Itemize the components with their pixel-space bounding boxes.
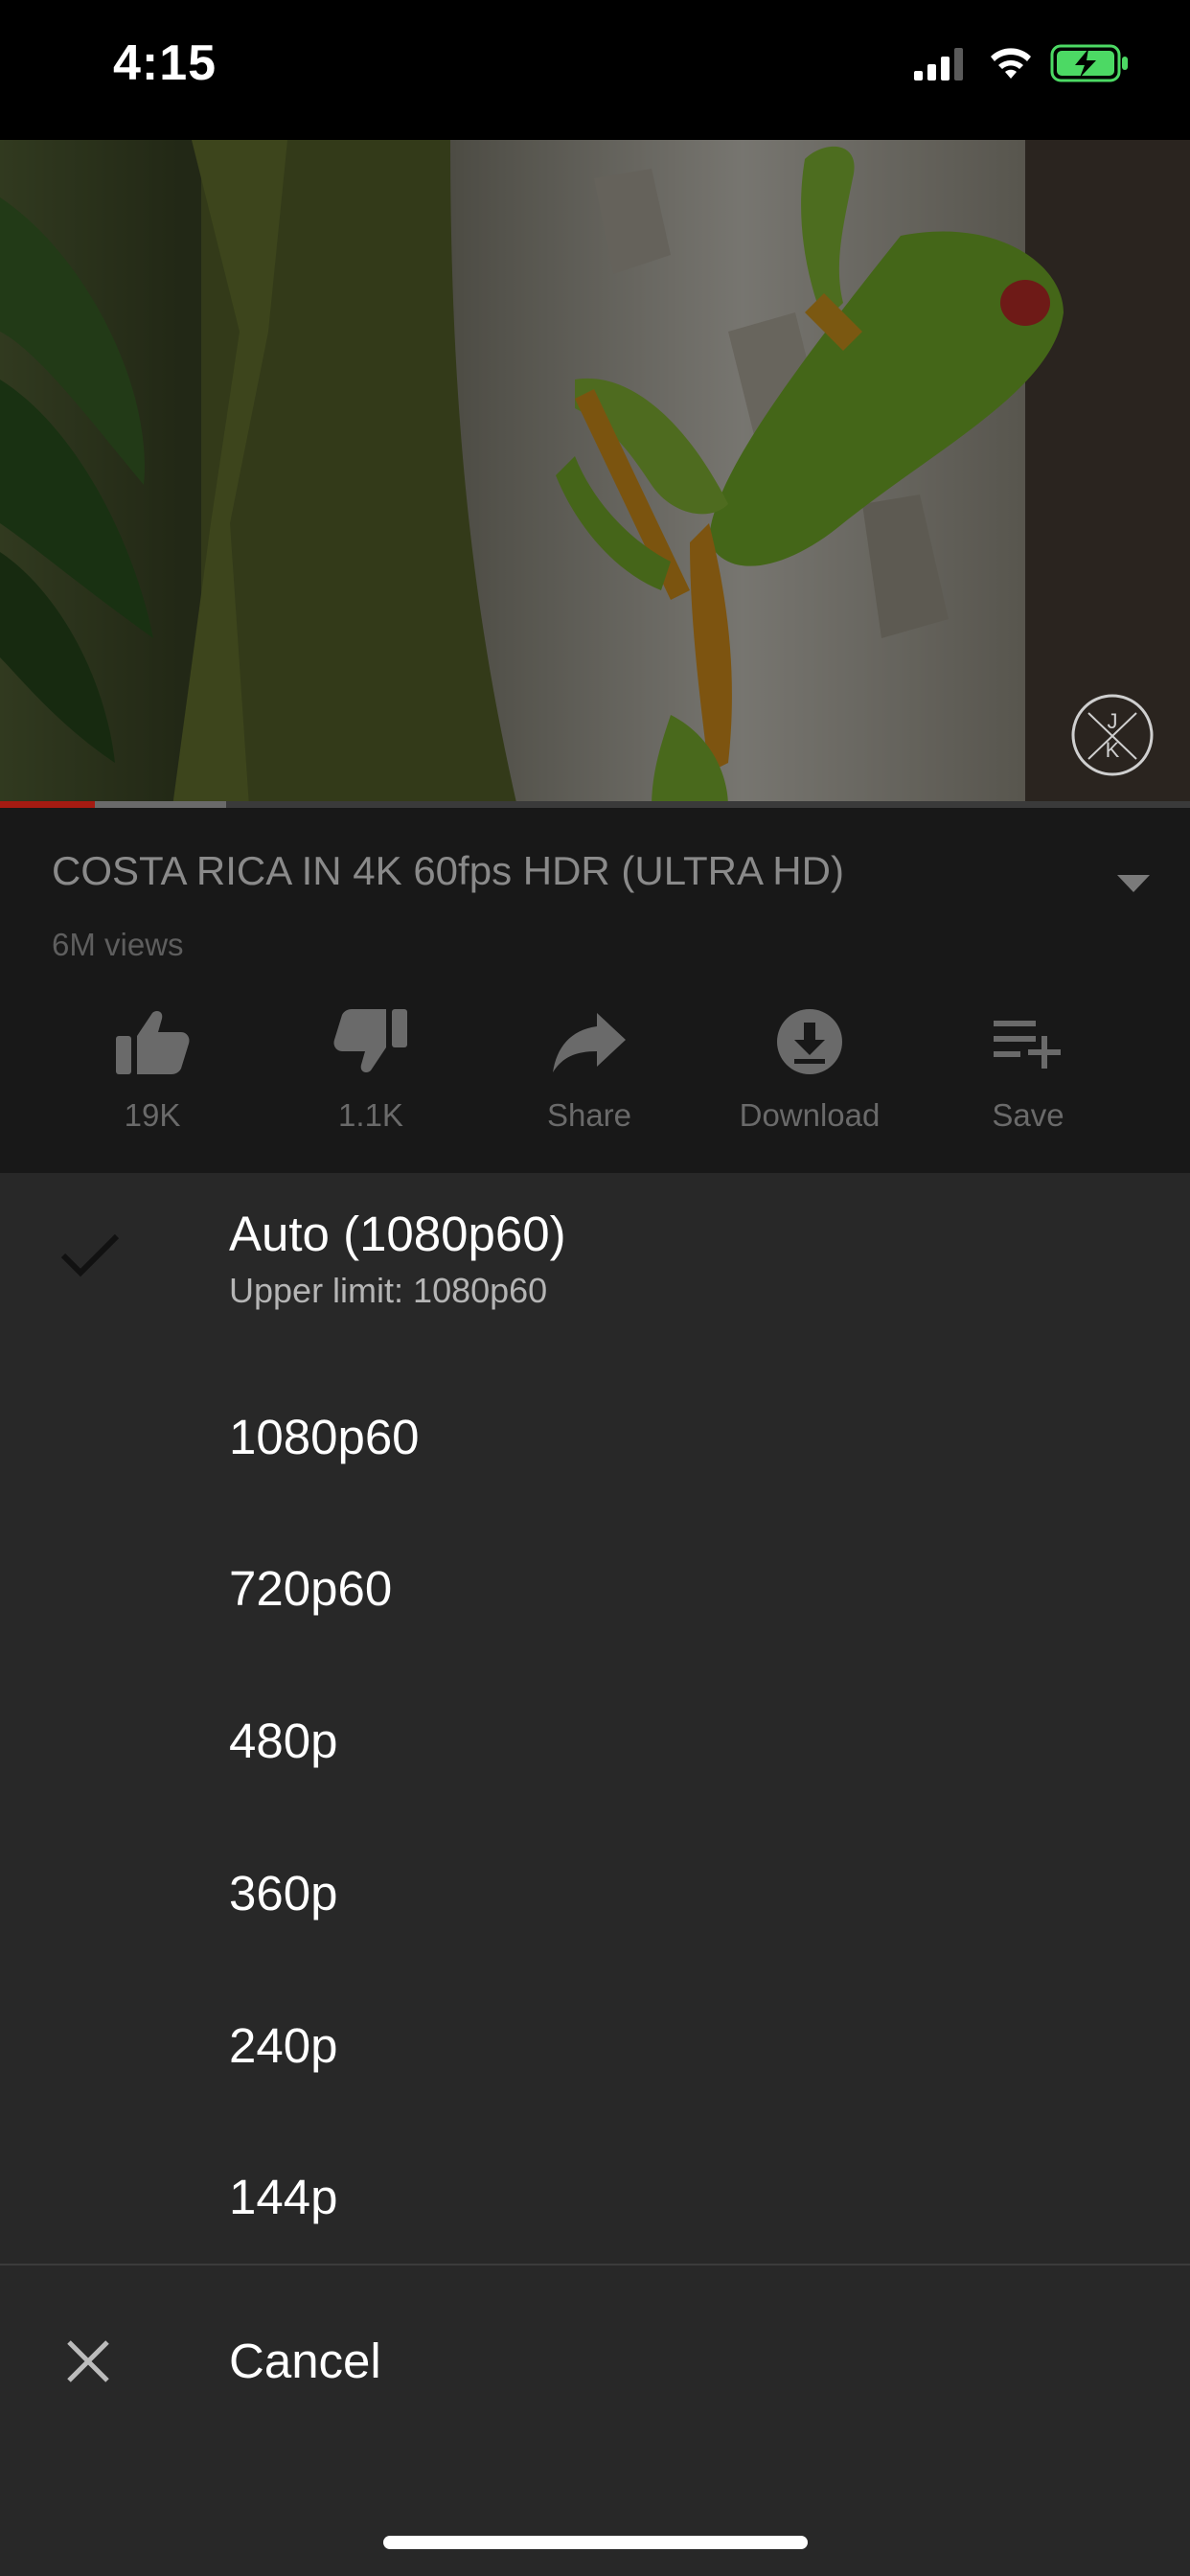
cellular-signal-icon — [914, 48, 963, 80]
playlist-add-icon — [994, 1021, 1061, 1069]
quality-option-label: 720p60 — [229, 1561, 393, 1616]
quality-option-720p60[interactable]: 720p60 — [0, 1528, 1190, 1679]
quality-option-240p[interactable]: 240p — [0, 1985, 1190, 2136]
quality-option-360p[interactable]: 360p — [0, 1832, 1190, 1984]
quality-option-label: 144p — [229, 2170, 338, 2224]
status-time: 4:15 — [113, 35, 217, 91]
thumbs-up-icon — [116, 1011, 190, 1074]
quality-option-1080p60[interactable]: 1080p60 — [0, 1376, 1190, 1528]
progress-played — [0, 801, 96, 808]
quality-option-auto[interactable]: Auto (1080p60) Upper limit: 1080p60 — [0, 1173, 1190, 1324]
expand-description-icon[interactable] — [1117, 875, 1150, 892]
quality-option-label: 240p — [229, 2018, 338, 2073]
share-button[interactable]: Share — [489, 1007, 690, 1151]
quality-option-label: 360p — [229, 1866, 338, 1920]
checkmark-icon — [60, 1233, 120, 1277]
video-progress-bar[interactable] — [0, 801, 1190, 808]
video-dim-overlay — [0, 140, 1190, 807]
download-label: Download — [739, 1097, 881, 1133]
quality-option-label: 480p — [229, 1714, 338, 1768]
home-indicator[interactable] — [383, 2536, 808, 2549]
dislike-count: 1.1K — [338, 1097, 403, 1133]
dislike-button[interactable]: 1.1K — [270, 1007, 471, 1151]
like-count: 19K — [124, 1097, 181, 1133]
status-bar: 4:15 — [0, 0, 1190, 140]
quality-option-label: 1080p60 — [229, 1410, 420, 1464]
channel-watermark-logo: J K — [1071, 694, 1154, 776]
video-info-panel: COSTA RICA IN 4K 60fps HDR (ULTRA HD) 6M… — [0, 808, 1190, 1173]
phone-screen: 4:15 J K COSTA RICA IN 4K 60fps HDR (ULT… — [0, 0, 1190, 2576]
battery-charging-icon — [1050, 44, 1128, 82]
cancel-label: Cancel — [229, 2334, 381, 2388]
quality-selection-sheet: Auto (1080p60) Upper limit: 1080p60 1080… — [0, 1173, 1190, 2576]
close-icon — [67, 2340, 109, 2382]
wifi-icon — [991, 48, 1031, 79]
watermark-letter-k: K — [1106, 738, 1120, 762]
quality-option-sublabel: Upper limit: 1080p60 — [229, 1271, 548, 1310]
video-title[interactable]: COSTA RICA IN 4K 60fps HDR (ULTRA HD) — [52, 848, 844, 894]
share-label: Share — [546, 1097, 632, 1133]
share-arrow-icon — [553, 1013, 626, 1072]
save-label: Save — [992, 1097, 1064, 1133]
save-button[interactable]: Save — [927, 1007, 1129, 1151]
watermark-letter-j: J — [1108, 709, 1118, 733]
view-count: 6M views — [52, 927, 184, 962]
download-icon — [777, 1009, 842, 1074]
quality-option-480p[interactable]: 480p — [0, 1680, 1190, 1831]
thumbs-down-icon — [333, 1009, 407, 1072]
quality-option-label: Auto (1080p60) — [229, 1207, 566, 1261]
video-player[interactable]: J K — [0, 140, 1190, 807]
cancel-button[interactable]: Cancel — [0, 2266, 1190, 2457]
download-button[interactable]: Download — [709, 1007, 910, 1151]
like-button[interactable]: 19K — [52, 1007, 253, 1151]
